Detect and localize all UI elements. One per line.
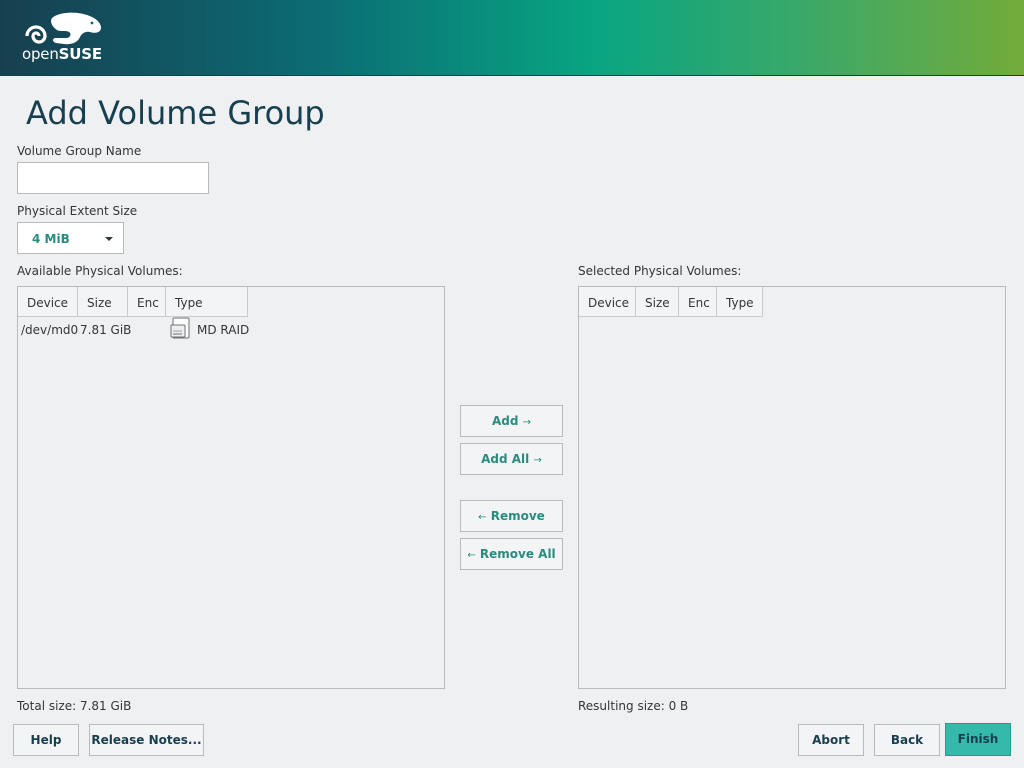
column-header-type[interactable]: Type — [717, 287, 763, 317]
back-button[interactable]: Back — [874, 724, 940, 756]
extent-size-value: 4 MiB — [32, 232, 70, 246]
table-header: Device Size Enc Type — [579, 287, 763, 317]
table-row[interactable]: /dev/md0 7.81 GiB MD RAID — [18, 317, 444, 339]
cell-size: 7.81 GiB — [80, 323, 132, 337]
cell-device: /dev/md0 — [21, 323, 79, 337]
release-notes-button[interactable]: Release Notes... — [89, 724, 204, 756]
vg-name-label: Volume Group Name — [17, 144, 142, 158]
available-pvs-label: Available Physical Volumes: — [17, 264, 183, 278]
selected-pvs-label: Selected Physical Volumes: — [578, 264, 742, 278]
column-header-type[interactable]: Type — [166, 287, 248, 317]
chevron-down-icon — [105, 237, 113, 241]
table-header: Device Size Enc Type — [18, 287, 248, 317]
remove-button[interactable]: ← Remove — [460, 500, 563, 532]
add-all-button[interactable]: Add All → — [460, 443, 563, 475]
arrow-left-icon: ← — [467, 550, 476, 561]
total-size-label: Total size: 7.81 GiB — [17, 699, 132, 713]
logo-text-open: open — [22, 45, 59, 63]
header-banner: openSUSE — [0, 0, 1024, 76]
arrow-right-icon: → — [533, 455, 542, 466]
opensuse-logo: openSUSE — [22, 12, 106, 66]
add-all-button-label: Add All — [481, 452, 530, 466]
selected-pvs-table[interactable]: Device Size Enc Type — [578, 286, 1006, 689]
hard-disk-icon — [170, 317, 192, 339]
column-header-size[interactable]: Size — [636, 287, 679, 317]
available-pvs-table[interactable]: Device Size Enc Type /dev/md0 7.81 GiB M… — [17, 286, 445, 689]
add-button-label: Add — [491, 414, 519, 428]
vg-name-input[interactable] — [17, 162, 209, 194]
extent-size-dropdown[interactable]: 4 MiB — [17, 222, 124, 254]
chameleon-icon — [25, 12, 101, 45]
resulting-size-label: Resulting size: 0 B — [578, 699, 689, 713]
page-title: Add Volume Group — [26, 94, 325, 132]
finish-button[interactable]: Finish — [945, 723, 1011, 756]
remove-all-button[interactable]: ← Remove All — [460, 538, 563, 570]
column-header-device[interactable]: Device — [579, 287, 636, 317]
abort-button[interactable]: Abort — [798, 724, 864, 756]
column-header-size[interactable]: Size — [78, 287, 128, 317]
column-header-enc[interactable]: Enc — [679, 287, 717, 317]
arrow-left-icon: ← — [478, 512, 487, 523]
add-button[interactable]: Add → — [460, 405, 563, 437]
remove-button-label: Remove — [490, 509, 545, 523]
column-header-device[interactable]: Device — [18, 287, 78, 317]
help-button[interactable]: Help — [13, 724, 79, 756]
remove-all-button-label: Remove All — [479, 547, 556, 561]
extent-size-label: Physical Extent Size — [17, 204, 138, 218]
column-header-enc[interactable]: Enc — [128, 287, 166, 317]
logo-text-suse: SUSE — [58, 45, 102, 63]
cell-type: MD RAID — [197, 323, 250, 337]
arrow-right-icon: → — [522, 417, 532, 428]
